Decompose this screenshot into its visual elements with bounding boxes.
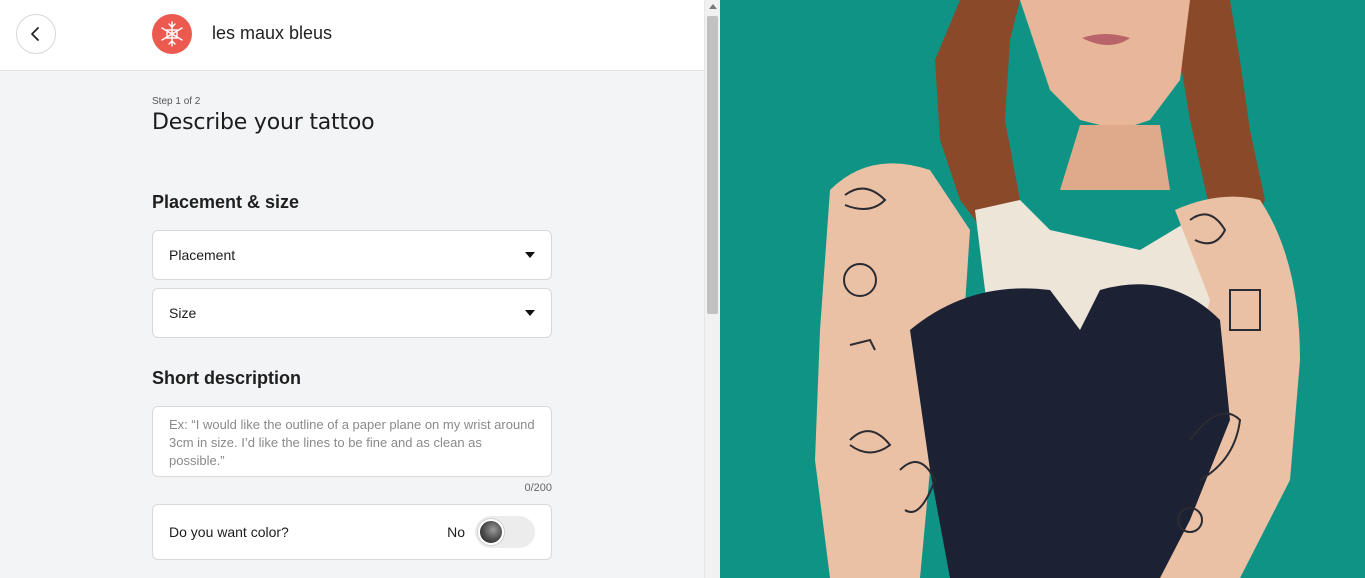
- tattooed-woman-image: [720, 0, 1365, 578]
- placement-select[interactable]: Placement: [152, 230, 552, 280]
- size-select-label: Size: [169, 305, 197, 321]
- form-pane: les maux bleus Step 1 of 2 Describe your…: [0, 0, 704, 578]
- caret-down-icon: [525, 310, 535, 316]
- color-toggle-state: No: [447, 524, 465, 540]
- placement-select-label: Placement: [169, 247, 236, 263]
- size-select[interactable]: Size: [152, 288, 552, 338]
- snowflake-logo-icon: [152, 14, 192, 54]
- color-question-row: Do you want color? No: [152, 504, 552, 560]
- scrollbar[interactable]: [704, 0, 720, 578]
- description-textarea[interactable]: [152, 406, 552, 477]
- chevron-left-icon: [31, 27, 39, 41]
- scrollbar-thumb[interactable]: [707, 16, 718, 314]
- color-toggle[interactable]: [475, 516, 535, 548]
- character-counter: 0/200: [524, 482, 552, 494]
- header: les maux bleus: [0, 0, 704, 71]
- scroll-up-arrow-icon[interactable]: [709, 4, 717, 9]
- toggle-knob: [478, 519, 504, 545]
- placement-section-title: Placement & size: [152, 192, 300, 212]
- hero-photo: [720, 0, 1365, 578]
- back-button[interactable]: [16, 14, 56, 54]
- caret-down-icon: [525, 252, 535, 258]
- color-question-label: Do you want color?: [169, 524, 289, 540]
- step-indicator: Step 1 of 2: [152, 96, 201, 107]
- page-title: Describe your tattoo: [152, 110, 375, 135]
- description-section-title: Short description: [152, 368, 302, 388]
- brand-name: les maux bleus: [212, 23, 333, 43]
